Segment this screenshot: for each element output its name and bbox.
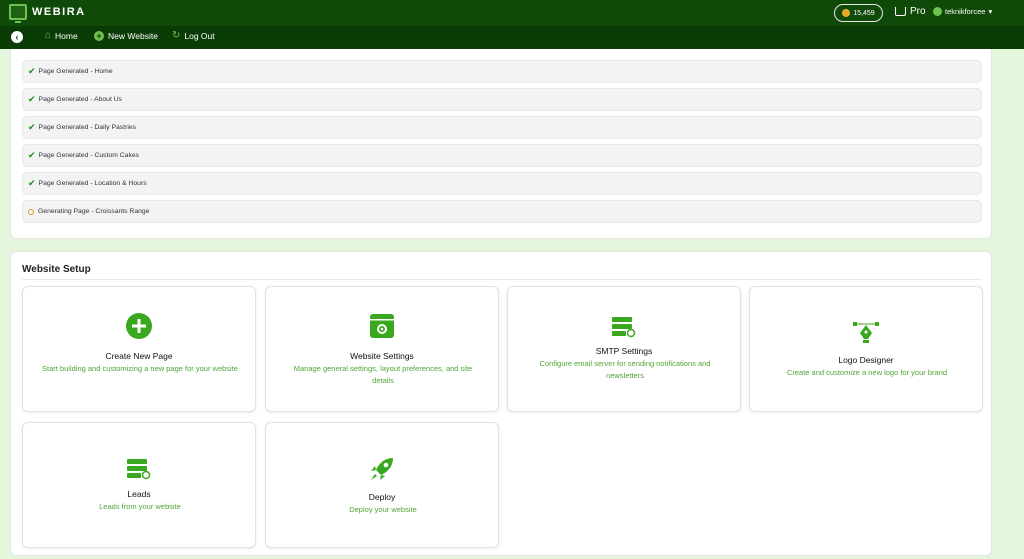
progress-text: Page Generated - Location & Hours <box>38 180 147 187</box>
progress-row: ✔ Page Generated - Home <box>22 60 982 83</box>
avatar <box>933 7 942 16</box>
checkmark-icon: ✔ <box>28 94 36 104</box>
progress-row: ✔ Page Generated - About Us <box>22 88 982 111</box>
nav-logout-label: Log Out <box>184 31 215 41</box>
website-settings-card[interactable]: Website Settings Manage general settings… <box>265 286 499 412</box>
pro-plan-link[interactable]: Pro <box>895 6 926 17</box>
deploy-card[interactable]: Deploy Deploy your website <box>265 422 499 548</box>
crown-icon <box>895 7 906 16</box>
card-description: Manage general settings, layout preferen… <box>293 364 473 385</box>
mail-server-icon <box>612 317 636 338</box>
leads-card[interactable]: Leads Leads from your website <box>22 422 256 548</box>
nav-bar: ‹ ⌂ Home + New Website ↻ Log Out <box>0 26 1024 49</box>
nav-logout[interactable]: ↻ Log Out <box>172 30 215 42</box>
nav-new-website-label: New Website <box>108 31 158 41</box>
progress-text: Page Generated - Custom Cakes <box>38 152 140 159</box>
plan-label: Pro <box>910 6 926 17</box>
checkmark-icon: ✔ <box>28 66 36 76</box>
app-logo[interactable]: WEBIRA <box>9 4 86 23</box>
create-new-page-card[interactable]: Create New Page Start building and custo… <box>22 286 256 412</box>
checkmark-icon: ✔ <box>28 122 36 132</box>
loading-spinner-icon <box>28 208 34 215</box>
coin-icon <box>842 9 851 17</box>
monitor-logo-icon <box>9 4 27 23</box>
progress-text: Page Generated - Daily Pastries <box>38 124 137 131</box>
card-description: Start building and customizing a new pag… <box>42 364 238 373</box>
card-title: Create New Page <box>105 351 173 361</box>
logo-designer-card[interactable]: Logo Designer Create and customize a new… <box>749 286 983 412</box>
app-name: WEBIRA <box>32 6 86 18</box>
card-description: Leads from your website <box>99 502 181 511</box>
card-title: Website Settings <box>350 351 414 361</box>
card-description: Deploy your website <box>349 505 417 514</box>
card-title: SMTP Settings <box>595 346 653 356</box>
rocket-icon <box>371 458 393 480</box>
card-title: Deploy <box>368 492 396 502</box>
progress-text: Generating Page - Croissants Range <box>38 208 150 215</box>
checkmark-icon: ✔ <box>28 150 36 160</box>
back-button[interactable]: ‹ <box>11 31 23 43</box>
username: teknikforcee <box>945 7 986 16</box>
progress-text: Page Generated - Home <box>38 68 113 75</box>
server-icon <box>127 459 151 480</box>
home-icon: ⌂ <box>45 30 52 41</box>
caret-down-icon: ▾ <box>988 7 993 16</box>
nav-new-website[interactable]: + New Website <box>94 31 158 41</box>
section-title: Website Setup <box>22 264 91 275</box>
settings-window-icon <box>370 314 394 338</box>
card-description: Create and customize a new logo for your… <box>786 368 948 377</box>
top-bar: WEBIRA 15,459 Pro teknikforcee ▾ <box>0 0 1024 26</box>
plus-circle-icon <box>126 313 152 339</box>
progress-row: ✔ Page Generated - Daily Pastries <box>22 116 982 139</box>
nav-home-label: Home <box>55 31 78 41</box>
website-setup-panel: Website Setup Create New Page Start buil… <box>10 251 992 556</box>
card-title: Logo Designer <box>838 355 894 365</box>
nav-home[interactable]: ⌂ Home <box>45 30 78 42</box>
checkmark-icon: ✔ <box>28 178 36 188</box>
logout-icon: ↻ <box>172 30 181 41</box>
progress-row: ✔ Page Generated - Location & Hours <box>22 172 982 195</box>
credits-count: 15,459 <box>853 9 875 17</box>
smtp-settings-card[interactable]: SMTP Settings Configure email server for… <box>507 286 741 412</box>
divider <box>22 279 982 280</box>
card-description: Configure email server for sending notif… <box>539 359 711 380</box>
user-menu[interactable]: teknikforcee ▾ <box>933 7 992 16</box>
plus-circle-icon: + <box>94 31 104 41</box>
progress-text: Page Generated - About Us <box>38 96 123 103</box>
card-title: Leads <box>127 489 151 499</box>
pen-tool-icon <box>853 322 879 343</box>
progress-row: Generating Page - Croissants Range <box>22 200 982 223</box>
generation-progress-panel: ✔ Page Generated - Home ✔ Page Generated… <box>10 49 992 239</box>
credits-badge[interactable]: 15,459 <box>834 4 883 22</box>
progress-row: ✔ Page Generated - Custom Cakes <box>22 144 982 167</box>
